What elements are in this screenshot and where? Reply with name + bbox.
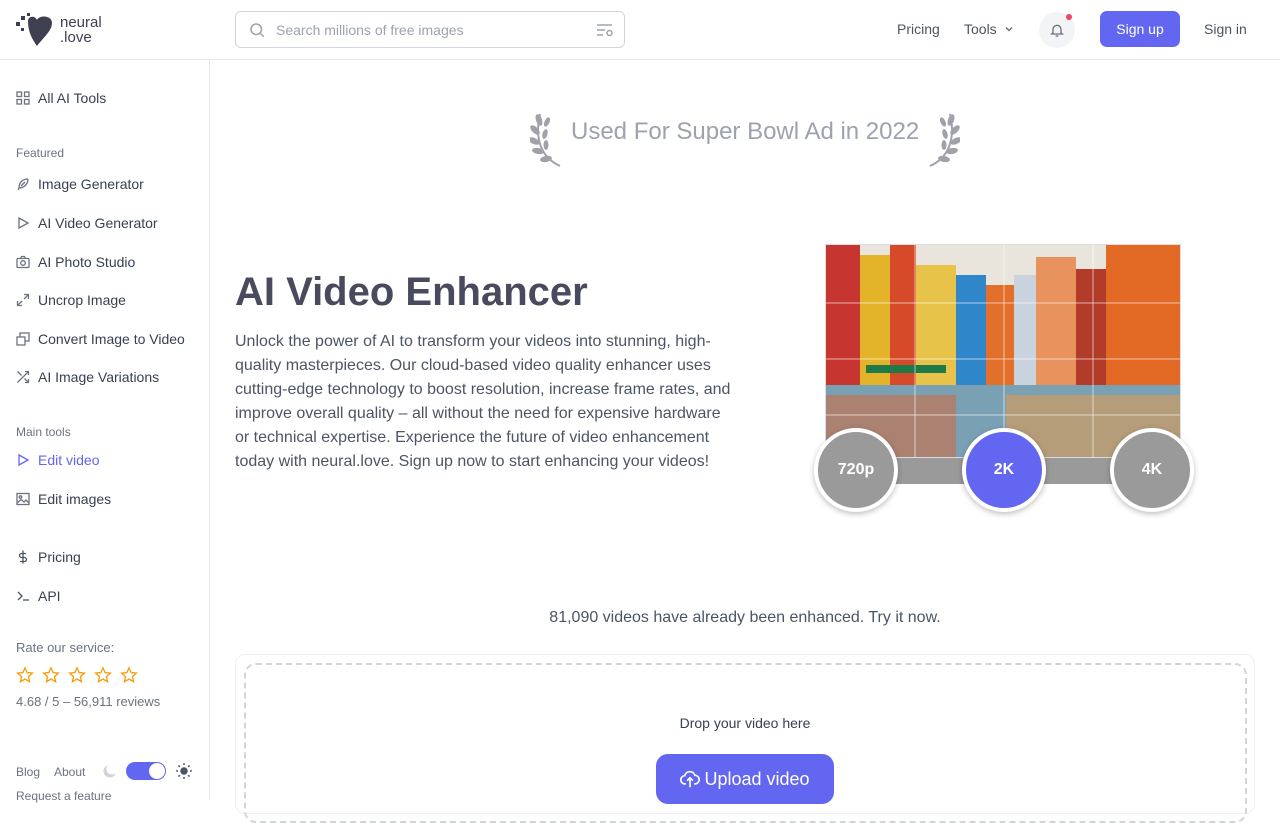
search-input[interactable]	[276, 21, 576, 38]
sidebar-item-label: Convert Image to Video	[38, 331, 185, 347]
filter-settings-icon[interactable]	[596, 22, 614, 38]
sidebar-item-label: API	[38, 588, 61, 604]
nav-tools-menu[interactable]: Tools	[964, 21, 1015, 37]
sidebar-item-label: Edit images	[38, 491, 112, 507]
laurel-left-icon	[530, 113, 561, 167]
sidebar-item-ai-photo-studio[interactable]: AI Photo Studio	[16, 252, 135, 272]
search-bar[interactable]	[235, 11, 625, 48]
page-title: AI Video Enhancer	[235, 270, 588, 314]
star-icon[interactable]	[94, 666, 112, 684]
shuffle-icon	[16, 370, 30, 384]
request-feature-link[interactable]: Request a feature	[16, 789, 111, 803]
star-icon[interactable]	[68, 666, 86, 684]
star-icon[interactable]	[16, 666, 34, 684]
sidebar-item-uncrop-image[interactable]: Uncrop Image	[16, 290, 126, 310]
moon-icon	[103, 765, 116, 778]
sidebar-item-ai-video-generator[interactable]: AI Video Generator	[16, 213, 158, 233]
featured-section-title: Featured	[16, 146, 65, 160]
image-icon	[16, 492, 30, 506]
main-tools-section-title: Main tools	[16, 425, 71, 439]
notification-dot	[1066, 14, 1072, 20]
theme-toggle[interactable]	[126, 762, 166, 780]
expand-icon	[16, 293, 30, 307]
rating-stars[interactable]	[16, 666, 138, 684]
sidebar-item-pricing[interactable]: Pricing	[16, 547, 81, 567]
hero-canal-image	[825, 244, 1181, 458]
sidebar-item-label: Uncrop Image	[38, 292, 126, 308]
star-icon[interactable]	[42, 666, 60, 684]
logo-line-1: neural	[60, 14, 102, 31]
footer-about-link[interactable]: About	[54, 765, 85, 779]
chevron-down-icon	[1005, 26, 1013, 32]
top-header: neural .love Pricing Tools Sign up Sign …	[0, 0, 1280, 60]
sidebar-item-label: AI Image Variations	[38, 369, 160, 385]
cloud-upload-icon	[680, 770, 701, 788]
sidebar-item-all-tools[interactable]: All AI Tools	[16, 88, 106, 108]
resolution-2k[interactable]: 2K	[962, 428, 1046, 512]
terminal-icon	[16, 589, 30, 603]
enhanced-count-text: 81,090 videos have already been enhanced…	[549, 609, 941, 626]
nav-tools-label: Tools	[964, 21, 997, 37]
feather-icon	[16, 177, 30, 191]
resolution-4k[interactable]: 4K	[1110, 428, 1194, 512]
sidebar-item-image-generator[interactable]: Image Generator	[16, 174, 144, 194]
sidebar: All AI Tools Featured Image Generator AI…	[0, 60, 210, 803]
sidebar-item-edit-video[interactable]: Edit video	[16, 450, 99, 470]
star-icon[interactable]	[120, 666, 138, 684]
heart-logo-icon	[16, 13, 52, 46]
upload-video-button[interactable]: Upload video	[656, 754, 834, 804]
logo[interactable]: neural .love	[16, 13, 102, 47]
signin-link[interactable]: Sign in	[1204, 21, 1247, 37]
upload-video-label: Upload video	[704, 768, 810, 789]
sidebar-item-label: Edit video	[38, 452, 100, 468]
sidebar-item-edit-images[interactable]: Edit images	[16, 489, 111, 509]
resolution-720p[interactable]: 720p	[814, 428, 898, 512]
rating-summary: 4.68 / 5 – 56,911 reviews	[16, 694, 161, 709]
sidebar-item-label: Image Generator	[38, 176, 144, 192]
sidebar-item-label: Pricing	[38, 549, 81, 565]
laurel-right-icon	[929, 113, 960, 167]
award-banner: Used For Super Bowl Ad in 2022	[530, 108, 960, 168]
sidebar-item-convert-image-to-video[interactable]: Convert Image to Video	[16, 329, 185, 349]
logo-line-2: .love	[60, 29, 92, 46]
signup-button[interactable]: Sign up	[1100, 11, 1180, 47]
grid-icon	[16, 91, 30, 105]
bell-icon	[1050, 24, 1064, 37]
search-icon	[250, 22, 265, 37]
sidebar-item-ai-image-variations[interactable]: AI Image Variations	[16, 367, 159, 387]
toggle-knob	[149, 763, 165, 779]
rate-label: Rate our service:	[16, 640, 115, 655]
sidebar-item-label: AI Photo Studio	[38, 254, 136, 270]
nav-pricing-link[interactable]: Pricing	[897, 21, 940, 37]
notifications-button[interactable]	[1039, 12, 1075, 48]
dollar-icon	[16, 550, 30, 564]
footer-blog-link[interactable]: Blog	[16, 765, 40, 779]
drop-label: Drop your video here	[679, 715, 811, 731]
camera-icon	[16, 255, 30, 269]
sun-icon	[176, 763, 192, 779]
sidebar-item-api[interactable]: API	[16, 586, 61, 606]
award-text: Used For Super Bowl Ad in 2022	[571, 118, 920, 145]
page-description: Unlock the power of AI to transform your…	[235, 333, 731, 470]
sidebar-item-label: AI Video Generator	[38, 215, 158, 231]
play-icon	[16, 216, 30, 230]
sidebar-item-label: All AI Tools	[38, 90, 107, 106]
images-icon	[16, 332, 30, 346]
play-icon	[16, 453, 30, 467]
